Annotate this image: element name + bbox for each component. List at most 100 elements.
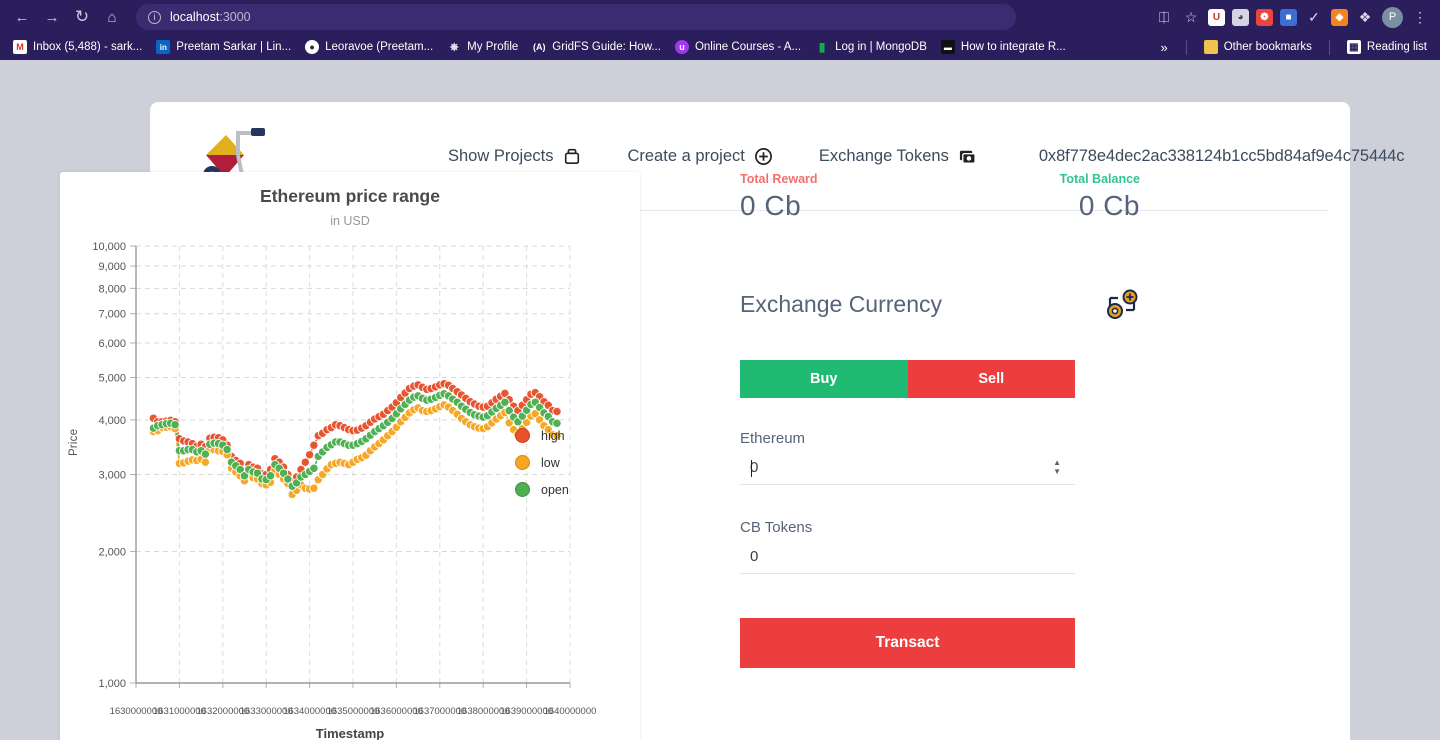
svg-text:4,000: 4,000	[98, 415, 126, 427]
svg-text:9,000: 9,000	[98, 261, 126, 273]
home-icon[interactable]: ⌂	[98, 3, 126, 31]
spinner-up-icon[interactable]: ▲	[1053, 459, 1061, 467]
divider	[1185, 39, 1187, 55]
browser-window: ← → ↻ ⌂ i localhost:3000 ⎅ ☆ U ◕ ❁ ■ ✓ ◆…	[0, 0, 1440, 60]
share-icon[interactable]: ⎅	[1154, 7, 1174, 27]
bookmarks-bar-right: » Other bookmarks ▦ Reading list	[1152, 38, 1434, 56]
kebab-menu-icon[interactable]: ⋮	[1410, 7, 1430, 27]
star-icon[interactable]: ☆	[1181, 7, 1201, 27]
extension-clock-icon[interactable]: ◕	[1232, 8, 1249, 26]
other-bookmarks-button[interactable]: Other bookmarks	[1197, 38, 1319, 56]
bookmark-label: Online Courses - A...	[694, 41, 802, 53]
spinner-down-icon[interactable]: ▼	[1053, 468, 1061, 476]
back-arrow-icon[interactable]: ←	[8, 3, 36, 31]
browser-toolbar: ← → ↻ ⌂ i localhost:3000 ⎅ ☆ U ◕ ❁ ■ ✓ ◆…	[0, 0, 1440, 34]
bookmark-label: Inbox (5,488) - sark...	[33, 41, 143, 53]
svg-text:7,000: 7,000	[98, 309, 126, 321]
svg-text:1,000: 1,000	[98, 678, 126, 690]
bookmark-item[interactable]: in Preetam Sarkar | Lin...	[149, 38, 298, 56]
sell-button[interactable]: Sell	[907, 360, 1075, 398]
nav-create-project[interactable]: Create a project	[627, 147, 772, 166]
bookmark-label: Log in | MongoDB	[835, 41, 927, 53]
extension-u-icon[interactable]: U	[1208, 8, 1225, 26]
x-axis-tick-label: 1640000000	[543, 706, 597, 717]
ethereum-label: Ethereum	[740, 430, 806, 447]
legend-item-high[interactable]: high	[515, 428, 569, 443]
profile-avatar[interactable]: P	[1382, 6, 1403, 28]
transact-button[interactable]: Transact	[740, 618, 1075, 668]
strava-icon: ✸	[449, 41, 459, 54]
exchange-panel: Total Reward 0 Cb Total Balance 0 Cb Exc…	[740, 172, 1140, 668]
main-nav: Show Projects Create a project Exchange …	[448, 147, 977, 166]
extension-blue-icon[interactable]: ■	[1280, 8, 1297, 26]
ethereum-field-group: Ethereum ▲ ▼	[740, 430, 1075, 485]
linkedin-icon: in	[156, 40, 171, 54]
number-stepper[interactable]: ▲ ▼	[1053, 459, 1061, 476]
buy-button[interactable]: Buy	[740, 360, 908, 398]
y-axis-label: Price	[68, 428, 80, 456]
extension-red-icon[interactable]: ❁	[1256, 8, 1273, 26]
site-info-icon[interactable]: i	[148, 10, 161, 24]
address-bar[interactable]: i localhost:3000	[136, 4, 1016, 30]
bookmark-item[interactable]: (A) GridFS Guide: How...	[525, 38, 668, 56]
bookmark-item[interactable]: u Online Courses - A...	[668, 38, 808, 56]
nav-show-projects[interactable]: Show Projects	[448, 147, 581, 166]
plus-circle-icon	[754, 147, 773, 166]
exchange-currency-title: Exchange Currency	[740, 290, 942, 317]
legend-label: low	[541, 455, 560, 470]
legend-item-low[interactable]: low	[515, 455, 569, 470]
chart-plot-area: Price 1,000 2,000 3,000 4,000 5,000 6,000 7,00…	[60, 238, 640, 740]
bookmark-item[interactable]: M Inbox (5,488) - sark...	[6, 38, 149, 56]
chart-legend: high low open	[515, 428, 569, 497]
svg-text:6,000: 6,000	[98, 338, 126, 350]
total-balance-label: Total Balance	[1059, 172, 1140, 186]
extension-metamask-icon[interactable]: ◆	[1331, 8, 1348, 26]
bookmarks-bar: M Inbox (5,488) - sark... in Preetam Sar…	[0, 34, 1440, 60]
bookmark-item[interactable]: ▮ Log in | MongoDB	[808, 38, 934, 56]
cb-tokens-input[interactable]	[740, 536, 1075, 574]
cb-tokens-label: CB Tokens	[740, 519, 813, 536]
totals-row: Total Reward 0 Cb Total Balance 0 Cb	[740, 172, 1140, 222]
url-port: :3000	[219, 10, 251, 24]
total-balance-value: 0 Cb	[1078, 190, 1140, 221]
x-axis-ticks: 1630000000 1631000000 1632000000 1633000000…	[60, 706, 640, 720]
extensions-puzzle-icon[interactable]: ❖	[1355, 7, 1375, 27]
svg-text:8,000: 8,000	[98, 283, 126, 295]
nav-exchange-tokens[interactable]: Exchange Tokens	[819, 147, 977, 166]
reading-list-icon: ▦	[1346, 40, 1361, 54]
chart-subtitle: in USD	[330, 214, 370, 228]
mongodb-icon: ▮	[818, 40, 826, 54]
bookmark-label: Leoravoe (Preetam...	[325, 41, 434, 53]
forward-arrow-icon[interactable]: →	[38, 3, 66, 31]
reading-list-label: Reading list	[1366, 41, 1427, 53]
ethereum-input[interactable]	[740, 447, 1075, 485]
extension-check-icon[interactable]: ✓	[1304, 7, 1324, 27]
bookmark-label: Preetam Sarkar | Lin...	[176, 41, 292, 53]
legend-swatch-open	[515, 482, 530, 497]
reload-icon[interactable]: ↻	[68, 3, 96, 31]
wallet-address[interactable]: 0x8f778e4dec2ac338124b1cc5bd84af9e4c7544…	[1039, 147, 1405, 166]
chart-title: Ethereum price range	[260, 186, 440, 206]
coin-stack-icon	[958, 147, 977, 166]
video-icon: ▬	[940, 40, 955, 54]
folder-icon	[1203, 40, 1218, 54]
bookmark-item[interactable]: ▬ How to integrate R...	[934, 38, 1073, 56]
bookmark-item[interactable]: ✸ My Profile	[440, 38, 525, 56]
reading-list-button[interactable]: ▦ Reading list	[1340, 38, 1434, 56]
other-bookmarks-label: Other bookmarks	[1223, 41, 1312, 53]
cb-tokens-field-group: CB Tokens	[740, 519, 1075, 574]
legend-item-open[interactable]: open	[515, 482, 569, 497]
url-host: localhost	[170, 10, 220, 24]
bookmark-item[interactable]: ● Leoravoe (Preetam...	[298, 38, 440, 56]
text-caret	[751, 460, 752, 477]
svg-text:3,000: 3,000	[98, 469, 126, 481]
svg-text:5,000: 5,000	[98, 373, 126, 385]
udemy-icon: u	[674, 40, 689, 54]
toolbar-actions: ⎅ ☆ U ◕ ❁ ■ ✓ ◆ ❖ P ⋮	[1154, 6, 1432, 28]
bookmark-label: GridFS Guide: How...	[552, 41, 661, 53]
box-icon	[562, 147, 581, 166]
currency-exchange-icon	[1104, 286, 1140, 322]
bookmarks-overflow-button[interactable]: »	[1152, 40, 1175, 55]
gmail-icon: M	[13, 40, 27, 54]
total-reward-block: Total Reward 0 Cb	[740, 172, 818, 222]
